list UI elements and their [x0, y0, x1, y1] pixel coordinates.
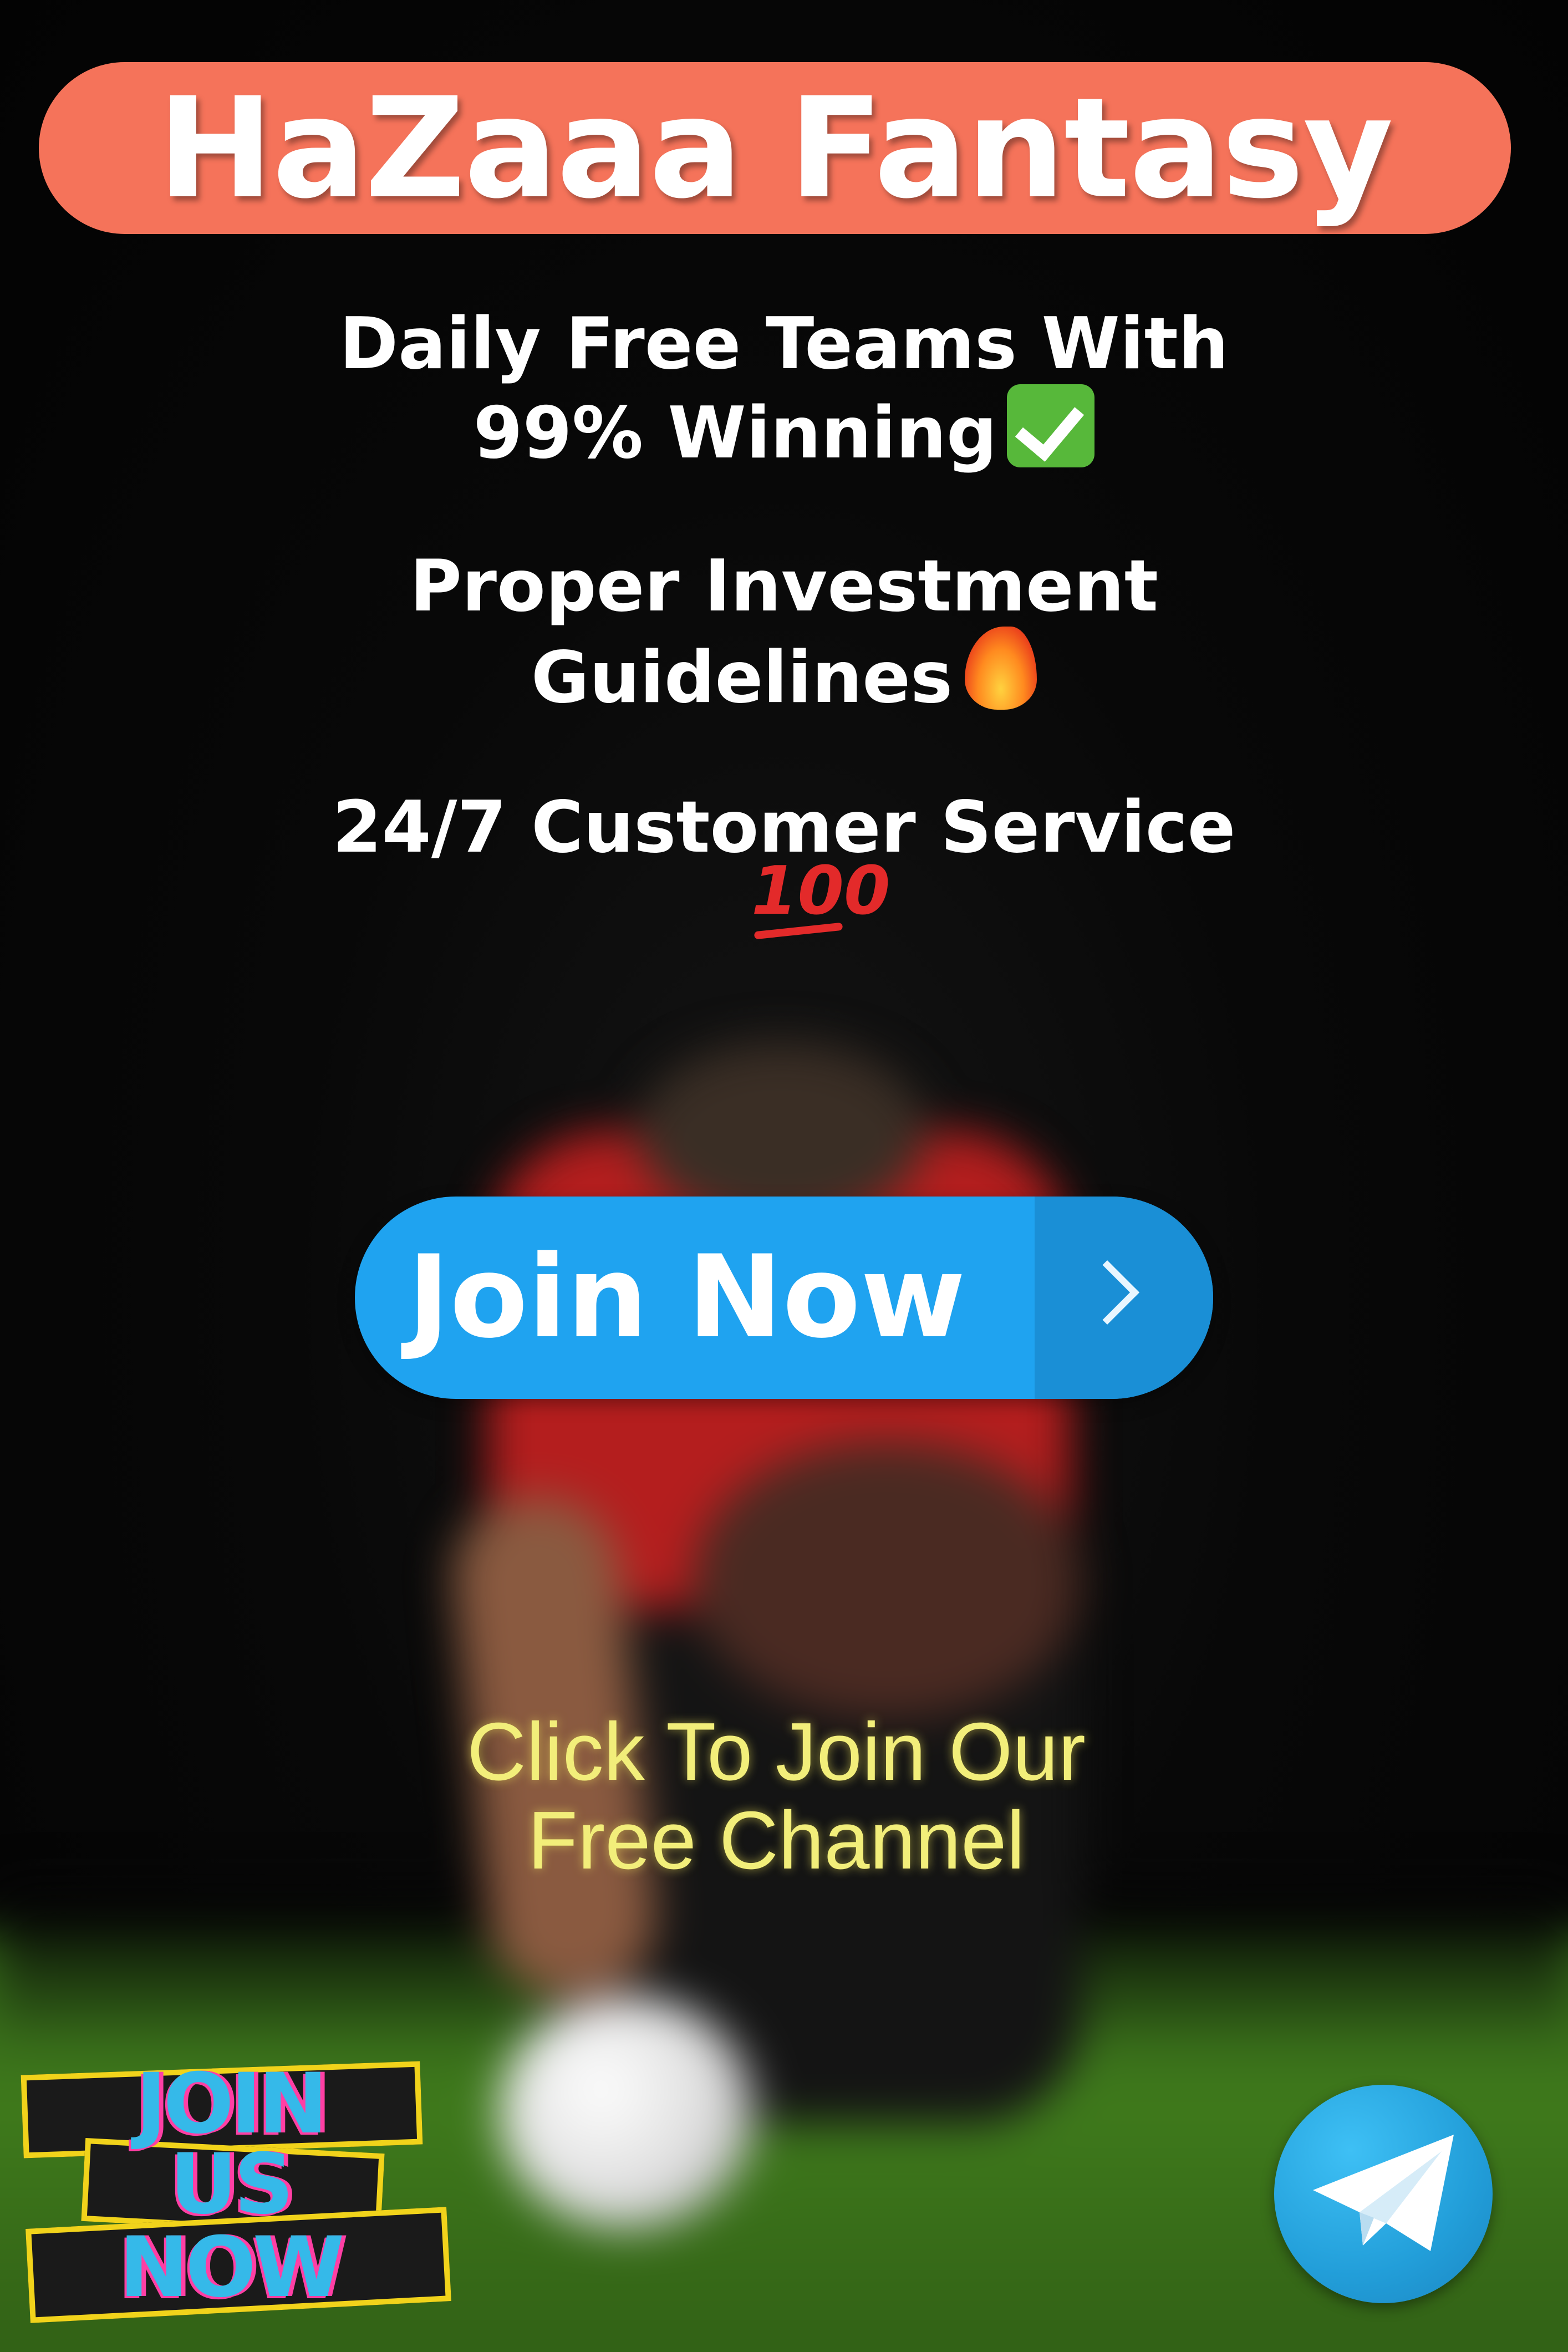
player-knee [693, 1442, 1081, 1719]
feature-free-teams: Daily Free Teams With 99% Winning [166, 304, 1402, 474]
feature-line: Proper Investment [410, 545, 1158, 628]
join-us-now-sticker[interactable]: JOIN US NOW [11, 2051, 451, 2329]
cta-line: Click To Join Our [467, 1706, 1086, 1798]
feature-line-2: 99% Winning [166, 384, 1402, 474]
cta-line-2: Free Channel [527, 1795, 1025, 1886]
hundred-points-icon: 100 [751, 858, 890, 953]
join-now-label: Join Now [408, 1231, 966, 1363]
fire-icon [965, 627, 1037, 710]
check-mark-icon [1007, 384, 1095, 467]
join-arrow-zone [1035, 1197, 1213, 1399]
feature-line-2: Guidelines [166, 627, 1402, 718]
join-now-button[interactable]: Join Now [355, 1197, 1213, 1399]
paper-plane-icon [1313, 2135, 1454, 2251]
football [499, 1996, 754, 2229]
hundred-text: 100 [751, 853, 890, 930]
feature-investment: Proper Investment Guidelines [166, 546, 1402, 718]
promo-page: HaZaaa Fantasy Daily Free Teams With 99%… [0, 0, 1568, 2352]
title-banner: HaZaaa Fantasy [39, 62, 1511, 234]
join-channel-link[interactable]: Click To Join Our Free Channel [388, 1708, 1164, 1885]
feature-text: 99% Winning [473, 392, 997, 475]
feature-line: Daily Free Teams With [339, 303, 1229, 385]
page-title: HaZaaa Fantasy [157, 67, 1393, 229]
chevron-right-icon [1075, 1260, 1139, 1325]
sticker-text-now: NOW [119, 2219, 345, 2316]
feature-text: Guidelines [531, 637, 953, 719]
sticker-text-us: US [170, 2136, 294, 2233]
sticker-text-join: JOIN [135, 2056, 328, 2152]
telegram-icon[interactable] [1274, 2085, 1493, 2303]
